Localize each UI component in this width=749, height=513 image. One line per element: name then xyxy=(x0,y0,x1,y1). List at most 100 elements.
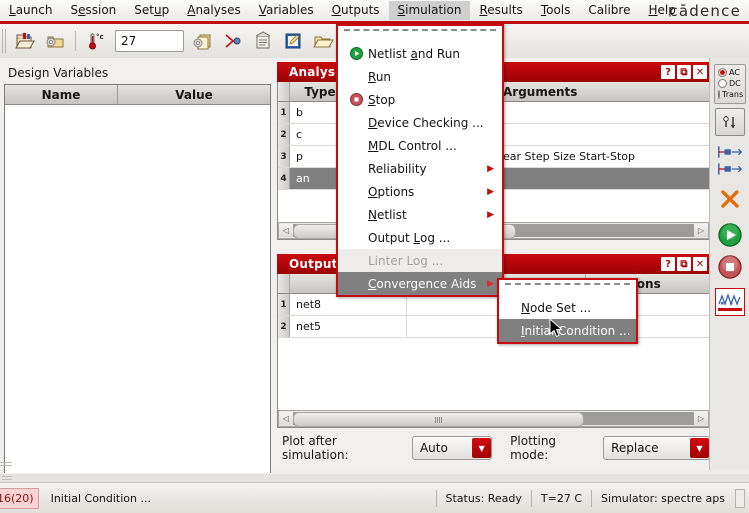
menu-item-label: Linter Log ... xyxy=(366,254,443,268)
submenu-arrow-icon: ▶ xyxy=(487,210,502,220)
menu-variables[interactable]: Variables xyxy=(250,1,323,20)
convergence-aids-submenu[interactable]: Node Set ... Initial Condition ... xyxy=(497,278,638,344)
plot-after-simulation-value: Auto xyxy=(413,441,454,455)
stop-icon[interactable] xyxy=(716,254,744,280)
menu-item-label: Device Checking ... xyxy=(366,116,484,130)
menu-item-output-log[interactable]: Output Log ... xyxy=(338,226,502,249)
menu-item-convergence-aids[interactable]: Convergence Aids ▶ xyxy=(338,272,502,295)
column-header-arguments[interactable]: Arguments xyxy=(495,82,709,101)
right-toolbar: AC DC Trans xyxy=(709,58,749,470)
status-divider xyxy=(531,490,532,507)
svg-text:°c: °c xyxy=(96,33,104,41)
help-icon[interactable]: ? xyxy=(661,65,675,79)
scroll-left-icon[interactable]: ◁ xyxy=(279,412,293,425)
close-icon[interactable]: ✕ xyxy=(693,257,707,271)
temperature-input[interactable]: 27 xyxy=(115,30,184,52)
open-folder-icon[interactable] xyxy=(309,27,337,55)
netlist-icon[interactable] xyxy=(219,27,247,55)
open-session-icon[interactable] xyxy=(11,27,39,55)
help-icon[interactable]: ? xyxy=(661,257,675,271)
submenu-tearoff-handle[interactable] xyxy=(505,283,630,294)
menu-item-mdl-control[interactable]: MDL Control ... xyxy=(338,134,502,157)
radio-ac[interactable]: AC xyxy=(718,67,743,78)
waveform-icon[interactable] xyxy=(715,288,745,316)
sliders-icon[interactable] xyxy=(715,108,745,136)
edit-doc-icon[interactable] xyxy=(279,27,307,55)
menu-item-options[interactable]: Options ▶ xyxy=(338,180,502,203)
status-divider xyxy=(591,490,592,507)
maximize-icon[interactable]: ⧉ xyxy=(677,257,691,271)
close-icon[interactable]: ✕ xyxy=(693,65,707,79)
document-stack-icon[interactable] xyxy=(249,27,277,55)
menu-item-device-checking[interactable]: Device Checking ... xyxy=(338,111,502,134)
thermometer-icon: °c xyxy=(82,27,110,55)
menu-item-label: MDL Control ... xyxy=(366,139,457,153)
menu-item-label: Initial Condition ... xyxy=(519,324,631,338)
chevron-down-icon[interactable]: ▼ xyxy=(472,438,491,458)
row-number: 3 xyxy=(278,146,290,167)
menu-item-netlist[interactable]: Netlist ▶ xyxy=(338,203,502,226)
analysis-type-radio-group[interactable]: AC DC Trans xyxy=(714,64,746,104)
menu-session[interactable]: Session xyxy=(61,1,125,20)
menu-item-netlist-and-run[interactable]: Netlist and Run xyxy=(338,42,502,65)
radio-trans[interactable]: Trans xyxy=(718,89,743,100)
column-header-value[interactable]: Value xyxy=(118,85,270,104)
menu-item-linter-log: Linter Log ... xyxy=(338,249,502,272)
delete-x-icon[interactable] xyxy=(716,186,744,212)
status-temperature: T=27 C xyxy=(541,492,582,505)
menu-analyses[interactable]: Analyses xyxy=(178,1,250,20)
menu-outputs[interactable]: Outputs xyxy=(323,1,389,20)
plot-after-simulation-select[interactable]: Auto ▼ xyxy=(412,436,492,460)
scroll-thumb[interactable] xyxy=(293,412,584,427)
probe-net-icon[interactable] xyxy=(716,144,744,159)
submenu-arrow-icon: ▶ xyxy=(487,164,502,174)
menu-item-stop[interactable]: Stop xyxy=(338,88,502,111)
menu-item-run[interactable]: Run xyxy=(338,65,502,88)
table-row[interactable]: 1 net8 xyxy=(278,294,709,316)
design-variables-table[interactable]: Name Value xyxy=(4,84,271,501)
settings-folder-icon[interactable] xyxy=(41,27,69,55)
menu-tearoff-handle[interactable] xyxy=(344,29,496,40)
plotting-mode-select[interactable]: Replace ▼ xyxy=(603,436,710,460)
outputs-hscrollbar[interactable]: ◁ ▷ xyxy=(278,410,709,427)
radio-dot-icon xyxy=(718,79,727,88)
menubar: Launch Session Setup Analyses Variables … xyxy=(0,0,749,21)
menu-item-label: Options xyxy=(366,185,414,199)
run-play-icon[interactable] xyxy=(716,222,744,248)
menu-item-reliability[interactable]: Reliability ▶ xyxy=(338,157,502,180)
table-row[interactable]: 2 net5 xyxy=(278,316,709,338)
scroll-left-icon[interactable]: ◁ xyxy=(279,224,293,237)
scroll-right-icon[interactable]: ▷ xyxy=(694,224,708,237)
design-variables-body[interactable] xyxy=(5,105,270,470)
menu-item-initial-condition[interactable]: Initial Condition ... xyxy=(499,319,636,342)
left-panel-grip[interactable] xyxy=(0,462,12,468)
row-number: 4 xyxy=(278,168,290,189)
resize-handle[interactable] xyxy=(735,489,745,508)
scroll-track[interactable] xyxy=(293,412,694,425)
column-header-name[interactable]: Name xyxy=(5,85,118,104)
menu-setup[interactable]: Setup xyxy=(125,1,178,20)
radio-dc[interactable]: DC xyxy=(718,78,743,89)
menu-results[interactable]: Results xyxy=(470,1,531,20)
resize-grip[interactable] xyxy=(2,476,12,481)
maximize-icon[interactable]: ⧉ xyxy=(677,65,691,79)
outputs-table[interactable]: N ve Options 1 net8 2 net5 xyxy=(277,274,710,428)
menu-calibre[interactable]: Calibre xyxy=(579,1,639,20)
menu-item-label: Node Set ... xyxy=(519,301,591,315)
status-message: Initial Condition ... xyxy=(39,492,427,505)
status-ready: Status: Ready xyxy=(446,492,522,505)
green-play-icon xyxy=(346,47,366,60)
simulation-dropdown-menu[interactable]: Netlist and Run Run Stop Device Checking… xyxy=(336,24,504,297)
chevron-down-icon[interactable]: ▼ xyxy=(690,438,709,458)
menu-launch[interactable]: Launch xyxy=(0,1,61,20)
menu-item-node-set[interactable]: Node Set ... xyxy=(499,296,636,319)
toolbar-grip[interactable] xyxy=(2,29,8,53)
menu-item-label: Output Log ... xyxy=(366,231,450,245)
menu-item-label: Convergence Aids xyxy=(366,277,476,291)
menu-tools[interactable]: Tools xyxy=(532,1,580,20)
probe-net-icon[interactable] xyxy=(716,161,744,176)
settings-doc-icon[interactable] xyxy=(189,27,217,55)
scroll-right-icon[interactable]: ▷ xyxy=(694,412,708,425)
menu-simulation[interactable]: Simulation xyxy=(389,1,471,20)
row-number: 2 xyxy=(278,316,290,337)
